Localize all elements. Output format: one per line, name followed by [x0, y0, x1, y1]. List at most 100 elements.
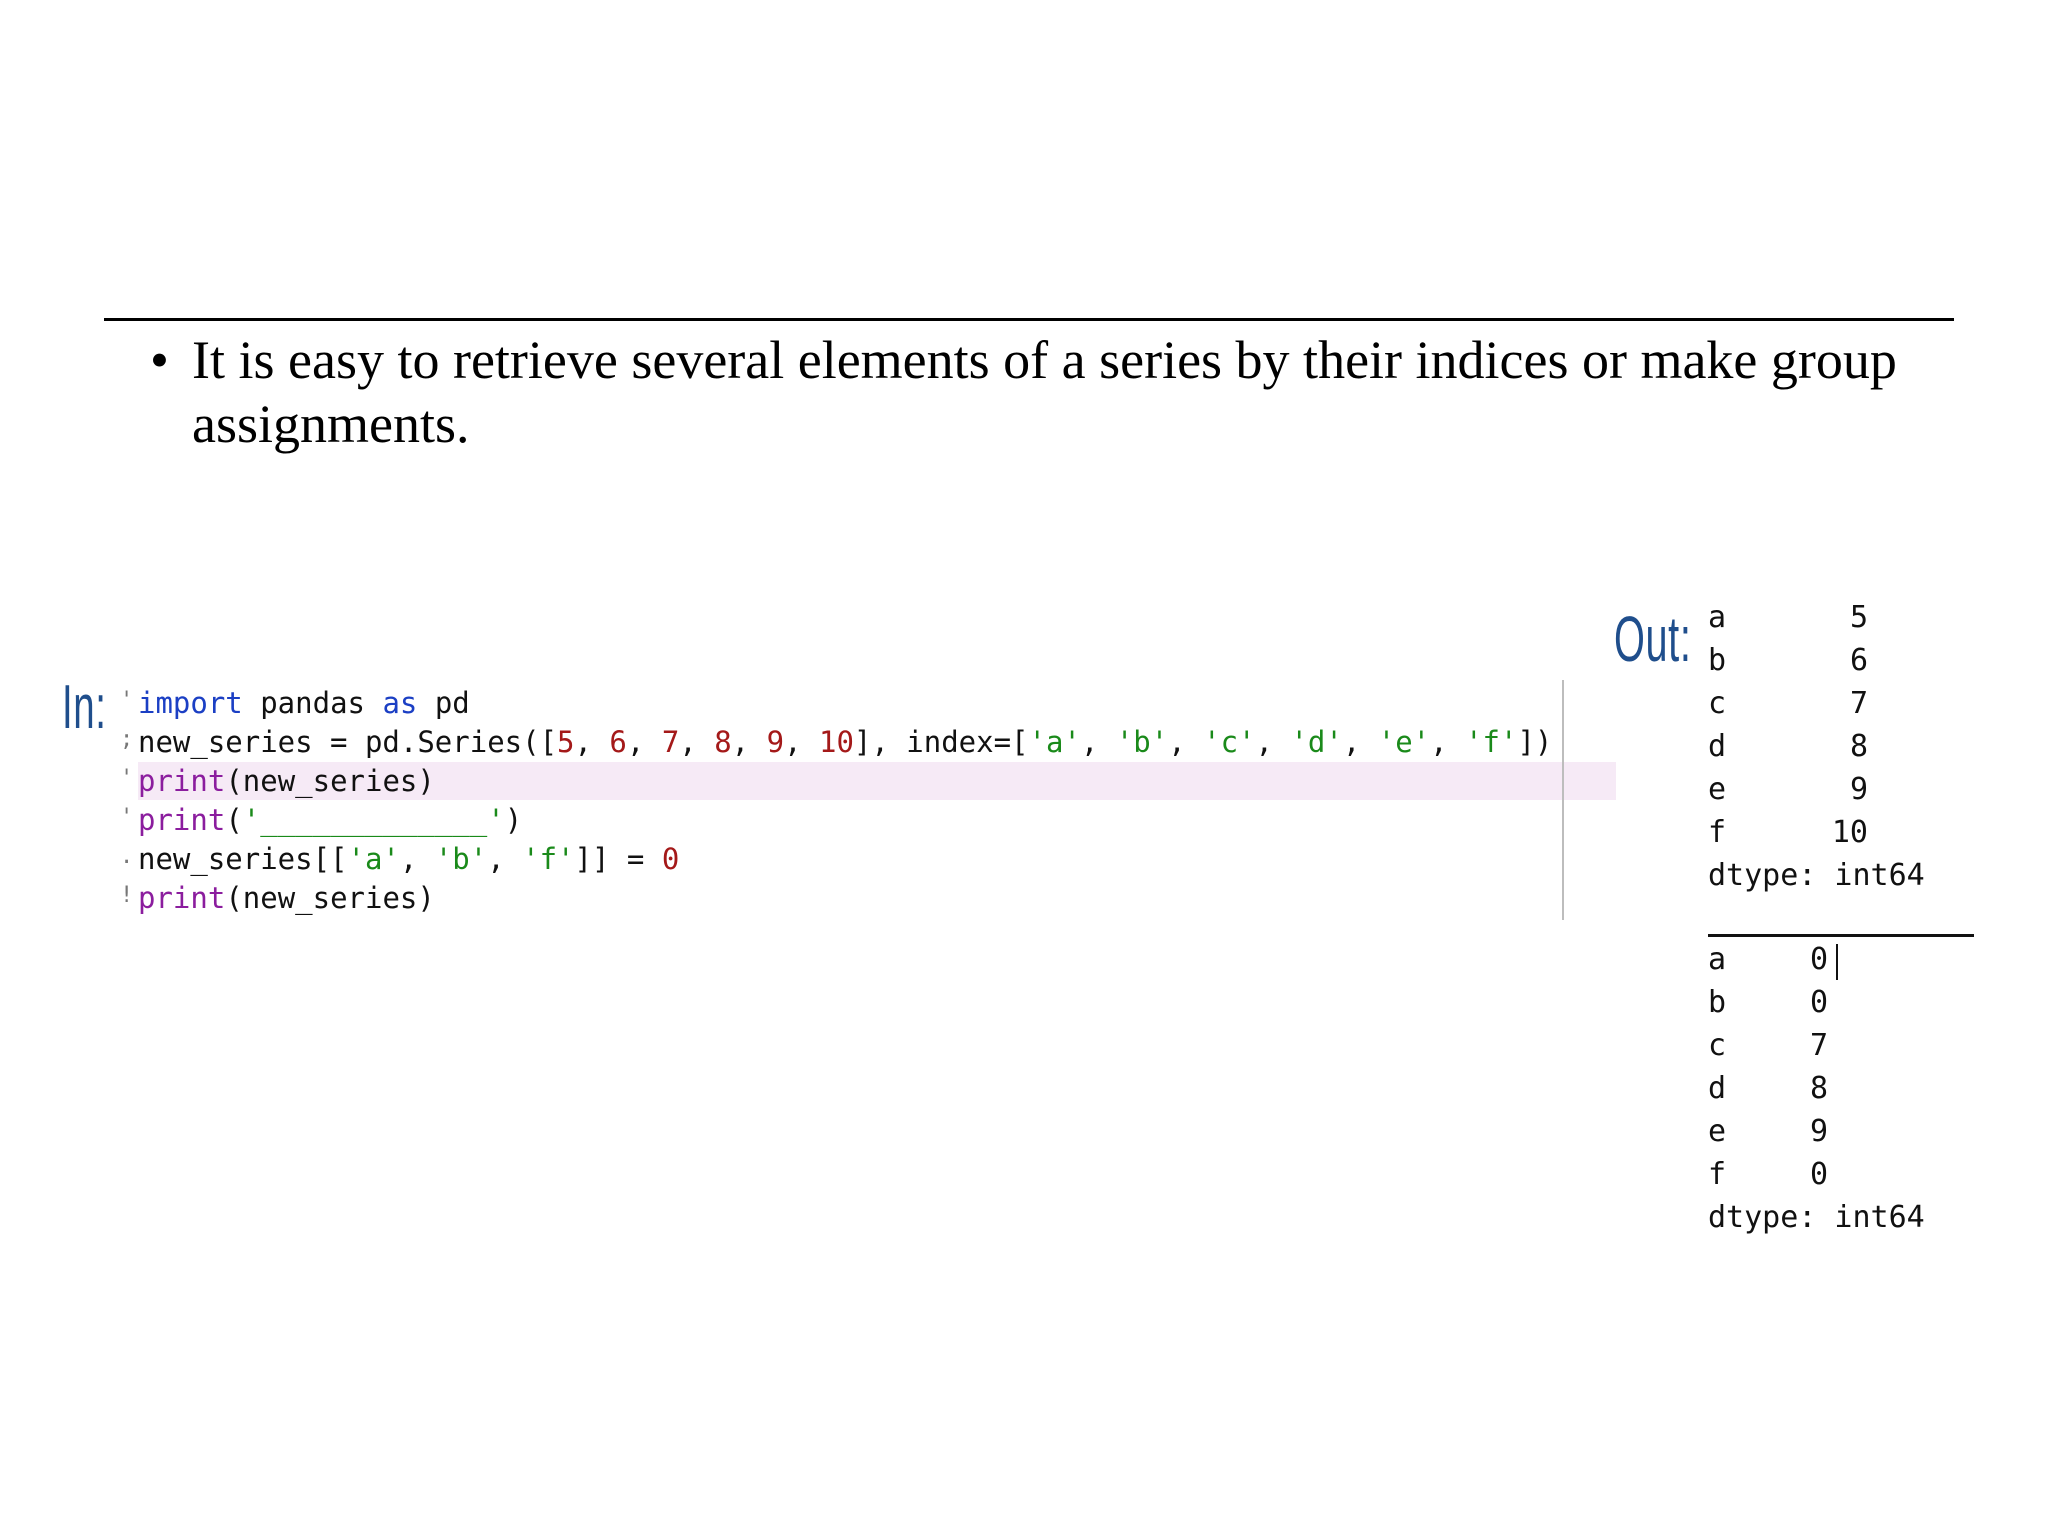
output-row: c7: [1708, 682, 1925, 725]
output-value: 0: [1809, 1157, 1828, 1192]
code-token: new_series[[: [138, 842, 348, 876]
code-token: '_____________': [242, 803, 505, 837]
code-token: pandas: [242, 686, 383, 720]
code-token: ], index=[: [853, 725, 1029, 759]
code-token: 'a': [347, 842, 400, 876]
output-value: 8: [1809, 1071, 1828, 1106]
output-series-after: a 0 b 0 c 7 d 8 e 9 f 0 dtype: int64: [1708, 938, 1925, 1239]
code-token: ,: [1080, 725, 1116, 759]
code-token: ,: [1255, 725, 1291, 759]
output-value: 0: [1809, 942, 1828, 977]
output-value: 6: [1849, 643, 1868, 678]
code-token: ): [504, 803, 523, 837]
code-line[interactable]: import pandas as pd: [138, 684, 1552, 723]
gutter-mark: .: [120, 844, 134, 869]
code-token: 'f': [522, 842, 575, 876]
code-line[interactable]: new_series = pd.Series([5, 6, 7, 8, 9, 1…: [138, 723, 1552, 762]
output-value: 10: [1831, 815, 1868, 850]
gutter-mark: ': [120, 688, 134, 713]
bullet-text: It is easy to retrieve several elements …: [192, 330, 1897, 454]
code-token: ,: [731, 725, 767, 759]
output-row: c7: [1708, 1024, 1925, 1067]
output-row: f0: [1708, 1153, 1925, 1196]
output-index: a: [1708, 600, 1727, 635]
code-line[interactable]: new_series[['a', 'b', 'f']] = 0: [138, 840, 1552, 879]
output-row: a5: [1708, 596, 1925, 639]
output-value: 9: [1809, 1114, 1828, 1149]
code-token: 'a': [1028, 725, 1081, 759]
output-index: e: [1708, 772, 1727, 807]
code-token: ,: [679, 725, 715, 759]
output-row: d8: [1708, 1067, 1925, 1110]
code-token: 'e': [1377, 725, 1431, 759]
code-token: new_series = pd.Series([: [138, 725, 558, 759]
code-token: ,: [1168, 725, 1204, 759]
code-token: 'c': [1203, 725, 1256, 759]
code-token: ]): [1517, 725, 1553, 759]
code-token: 8: [714, 725, 732, 759]
output-index: b: [1708, 985, 1727, 1020]
output-row: b0: [1708, 981, 1925, 1024]
code-token: (: [225, 803, 243, 837]
output-index: c: [1708, 686, 1727, 721]
code-line[interactable]: print('_____________'): [138, 801, 1552, 840]
code-token: ,: [784, 725, 819, 759]
code-token: (new_series): [225, 881, 435, 915]
output-index: f: [1708, 815, 1727, 850]
output-value: 5: [1849, 600, 1868, 635]
output-dtype: dtype: int64: [1708, 1200, 1925, 1235]
gutter-mark: !: [120, 883, 134, 908]
text-cursor: [1836, 944, 1838, 980]
code-token: ,: [1342, 725, 1378, 759]
in-label: In:: [62, 673, 107, 742]
code-token: 'f': [1465, 725, 1518, 759]
code-token: import: [138, 686, 243, 720]
code-lines[interactable]: import pandas as pd new_series = pd.Serie…: [138, 684, 1552, 918]
output-row: b6: [1708, 639, 1925, 682]
gutter-mark: ': [120, 805, 134, 830]
output-index: d: [1708, 729, 1727, 764]
output-value: 8: [1849, 729, 1868, 764]
code-token: 7: [661, 725, 680, 759]
output-index: a: [1708, 942, 1727, 977]
code-token: print: [138, 803, 226, 837]
output-index: f: [1708, 1157, 1727, 1192]
bullet-symbol: •: [150, 330, 169, 390]
output-separator-line: [1708, 934, 1974, 937]
code-token: ,: [1430, 725, 1466, 759]
code-line[interactable]: print(new_series): [138, 879, 1552, 918]
gutter-mark: ;: [120, 727, 134, 752]
code-token: print: [138, 764, 226, 798]
title-divider: [104, 318, 1954, 321]
output-index: c: [1708, 1028, 1727, 1063]
code-editor[interactable]: '; ' '.! import pandas as pd new_series = p…: [120, 680, 1620, 924]
line-gutter: '; ' '.!: [120, 688, 134, 922]
code-token: ,: [487, 842, 523, 876]
code-token: 'b': [1115, 725, 1169, 759]
output-row: d8: [1708, 725, 1925, 768]
out-label: Out:: [1614, 603, 1692, 675]
code-token: print: [138, 881, 226, 915]
output-index: b: [1708, 643, 1727, 678]
code-token: 9: [766, 725, 785, 759]
output-value: 9: [1849, 772, 1868, 807]
output-row: a0: [1708, 938, 1925, 981]
code-token: pd: [417, 686, 470, 720]
code-token: (new_series): [225, 764, 435, 798]
output-value: 0: [1809, 985, 1828, 1020]
code-token: 5: [557, 725, 575, 759]
output-dtype: dtype: int64: [1708, 858, 1925, 893]
code-token: ]] =: [574, 842, 662, 876]
output-row: f 10: [1708, 811, 1925, 854]
code-token: ,: [399, 842, 435, 876]
output-row: e9: [1708, 768, 1925, 811]
code-token: as: [382, 686, 418, 720]
output-index: e: [1708, 1114, 1727, 1149]
output-index: d: [1708, 1071, 1727, 1106]
output-series-before: a 5 b 6 c 7 d 8 e 9 f 10 dtype: int64: [1708, 596, 1925, 897]
code-token: 'b': [434, 842, 488, 876]
code-token: 10: [818, 725, 854, 759]
code-line[interactable]: print(new_series): [138, 762, 1552, 801]
gutter-mark: ': [120, 766, 134, 791]
output-value: 7: [1809, 1028, 1828, 1063]
